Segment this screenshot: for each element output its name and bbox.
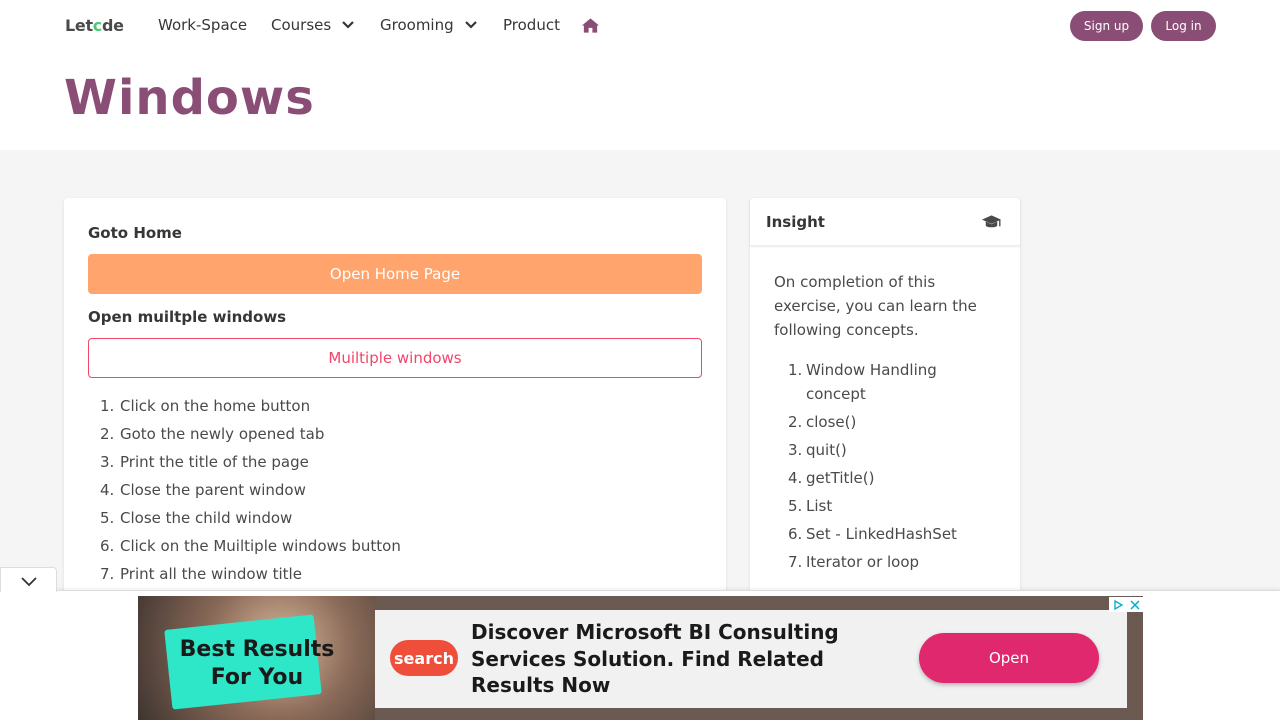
- list-item: 5. Close the child window: [100, 506, 401, 534]
- list-item: 5. List: [788, 494, 998, 518]
- concepts-list: 1. Window Handling concept 2. close() 3. qu…: [788, 358, 998, 578]
- chevron-down-icon: [342, 21, 354, 29]
- ad-open-button[interactable]: Open: [919, 633, 1099, 683]
- signup-button[interactable]: Sign up: [1070, 11, 1143, 41]
- step-number: 6.: [100, 537, 115, 555]
- list-item: 6. Click on the Muiltiple windows button: [100, 534, 401, 562]
- concept-text: getTitle(): [806, 469, 875, 487]
- home-icon[interactable]: [581, 17, 600, 34]
- chevron-down-icon: [464, 21, 477, 29]
- concept-text: quit(): [806, 441, 847, 459]
- advertisement[interactable]: Best Results For You search Discover Mic…: [138, 596, 1143, 720]
- list-item: 3. quit(): [788, 438, 998, 462]
- insight-card-header: Insight: [750, 198, 1020, 246]
- nav-product[interactable]: Product: [503, 16, 560, 34]
- concept-text: Set - LinkedHashSet: [806, 525, 957, 543]
- list-item: 7. Print all the window title: [100, 562, 401, 590]
- nav-work-space-label: Work-Space: [158, 16, 248, 34]
- logo-text-let: Let: [65, 16, 93, 35]
- insight-title: Insight: [766, 213, 825, 231]
- concept-text: Window Handling concept: [806, 361, 937, 403]
- concept-number: 2.: [788, 413, 803, 431]
- insight-intro: On completion of this exercise, you can …: [774, 273, 977, 339]
- list-item: 7. Iterator or loop: [788, 550, 998, 574]
- ad-tag-line2: For You: [210, 665, 304, 690]
- ad-tag-text: Best Results For You: [172, 636, 342, 692]
- list-item: 3. Print the title of the page: [100, 450, 401, 478]
- list-item: 2. close(): [788, 410, 998, 434]
- step-text: Close the parent window: [120, 481, 306, 499]
- step-number: 1.: [100, 397, 115, 415]
- concept-text: List: [806, 497, 833, 515]
- list-item: 4. Close the parent window: [100, 478, 401, 506]
- step-text: Close the child window: [120, 509, 293, 527]
- ad-choices[interactable]: [1109, 597, 1143, 612]
- list-item: 4. getTitle(): [788, 466, 998, 490]
- nav-product-label: Product: [503, 16, 560, 34]
- step-number: 5.: [100, 509, 115, 527]
- login-button[interactable]: Log in: [1151, 11, 1216, 41]
- ad-search-logo: search: [390, 640, 458, 676]
- concept-number: 3.: [788, 441, 803, 459]
- concept-number: 7.: [788, 553, 803, 571]
- list-item: 1. Click on the home button: [100, 394, 401, 422]
- ad-tag-line1: Best Results: [179, 637, 335, 662]
- letcode-logo[interactable]: Letcde: [65, 16, 124, 35]
- insight-card: Insight On completion of this exercise, …: [750, 198, 1020, 598]
- concept-number: 6.: [788, 525, 803, 543]
- nav-courses[interactable]: Courses: [271, 16, 355, 34]
- ad-content-panel: search Discover Microsoft BI Consulting …: [375, 610, 1127, 708]
- nav-grooming[interactable]: Grooming: [380, 16, 478, 34]
- open-multiple-label: Open muiltple windows: [88, 308, 287, 326]
- multiple-windows-button[interactable]: Muiltiple windows: [88, 338, 702, 378]
- ad-choices-icon[interactable]: [1112, 599, 1124, 611]
- concept-number: 4.: [788, 469, 803, 487]
- chevron-down-icon: [21, 577, 37, 587]
- nav-courses-label: Courses: [271, 16, 332, 34]
- top-navbar: Letcde Work-Space Courses Grooming Produ…: [0, 0, 1280, 52]
- logo-text-c: c: [92, 16, 102, 35]
- goto-home-label: Goto Home: [88, 224, 182, 242]
- step-text: Print all the window title: [120, 565, 302, 583]
- step-number: 3.: [100, 453, 115, 471]
- concept-text: Iterator or loop: [806, 553, 920, 571]
- step-number: 4.: [100, 481, 115, 499]
- list-item: 2. Goto the newly opened tab: [100, 422, 401, 450]
- list-item: 6. Set - LinkedHashSet: [788, 522, 998, 546]
- step-text: Click on the Muiltiple windows button: [120, 537, 401, 555]
- open-home-page-button[interactable]: Open Home Page: [88, 254, 702, 294]
- step-text: Print the title of the page: [120, 453, 309, 471]
- concept-number: 5.: [788, 497, 803, 515]
- exercise-card: Goto Home Open Home Page Open muiltple w…: [64, 198, 726, 598]
- step-text: Goto the newly opened tab: [120, 425, 325, 443]
- step-number: 2.: [100, 425, 115, 443]
- steps-list: 1. Click on the home button 2. Goto the ne…: [100, 394, 401, 590]
- nav-work-space[interactable]: Work-Space: [158, 16, 247, 34]
- logo-text-de: de: [101, 16, 124, 35]
- step-number: 7.: [100, 565, 115, 583]
- list-item: 1. Window Handling concept: [788, 358, 998, 406]
- concept-number: 1.: [788, 361, 803, 379]
- step-text: Click on the home button: [120, 397, 311, 415]
- nav-grooming-label: Grooming: [380, 16, 454, 34]
- hero-section: Windows: [0, 52, 1280, 150]
- graduation-cap-icon: [981, 215, 1002, 228]
- concept-text: close(): [806, 413, 857, 431]
- ad-headline: Discover Microsoft BI Consulting Service…: [471, 620, 839, 697]
- page-title: Windows: [64, 70, 315, 126]
- ad-collapse-toggle[interactable]: [0, 567, 57, 592]
- close-icon[interactable]: [1129, 599, 1141, 611]
